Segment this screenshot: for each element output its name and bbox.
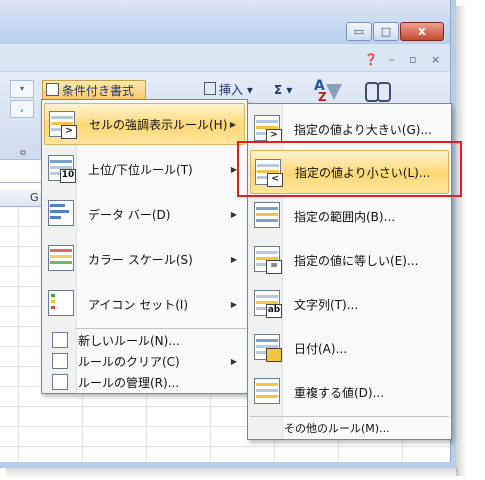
window-shadow-bottom	[6, 468, 458, 478]
insert-cells-button[interactable]: 挿入 ▾	[201, 80, 263, 100]
between-icon	[254, 202, 282, 230]
conditional-formatting-button[interactable]: 条件付き書式 ▾	[42, 80, 146, 118]
data-bars-icon	[48, 200, 76, 228]
menu-item-label: ルールの管理(R)...	[78, 375, 180, 390]
submenu-item-date-occurring[interactable]: 日付(A)...	[250, 326, 449, 370]
dialog-launcher-icon[interactable]: ⧉	[20, 148, 26, 158]
top-bottom-rules-icon: 10	[48, 155, 76, 183]
menu-item-label: 新しいルール(N)...	[78, 333, 180, 348]
text-badge: ab	[266, 304, 282, 318]
new-rule-icon	[52, 332, 68, 348]
menu-item-label: アイコン セット(I)	[88, 297, 189, 312]
menu-item-manage-rules[interactable]: ルールの管理(R)...	[44, 372, 245, 392]
autosum-button[interactable]: Σ ▾	[271, 80, 307, 100]
window-shadow	[456, 6, 466, 476]
minimize-button[interactable]: ▭	[346, 22, 372, 41]
clear-rules-icon	[52, 353, 68, 369]
top-10-badge: 10	[60, 169, 76, 183]
workbook-minimize-button[interactable]: –	[389, 53, 395, 66]
submenu-arrow-icon: ▶	[230, 299, 237, 309]
menu-item-label: データ バー(D)	[88, 207, 171, 222]
submenu-item-label: 指定の値に等しい(E)...	[294, 253, 419, 268]
find-select-icon[interactable]	[362, 78, 392, 104]
insert-cells-icon	[204, 82, 216, 95]
workbook-close-button[interactable]: ×	[431, 53, 440, 66]
equal-to-badge: =	[266, 260, 282, 274]
menu-separator	[76, 328, 246, 329]
menu-item-label: カラー スケール(S)	[88, 252, 193, 267]
comma-style-button[interactable]: ,	[10, 100, 34, 118]
menu-item-color-scales[interactable]: カラー スケール(S) ▶	[44, 238, 245, 280]
icon-sets-icon	[48, 290, 76, 318]
close-button[interactable]: x	[400, 22, 444, 41]
dropdown-arrow-icon[interactable]: ▾	[10, 80, 34, 98]
calendar-icon	[254, 334, 282, 362]
conditional-formatting-menu: > セルの強調表示ルール(H) ▶ 10 上位/下位ルール(T) ▶ データ バ…	[41, 99, 248, 394]
help-icon[interactable]: ❓	[364, 53, 378, 66]
submenu-item-between[interactable]: 指定の範囲内(B)...	[250, 194, 449, 238]
conditional-formatting-icon	[46, 83, 59, 96]
menu-item-label: セルの強調表示ルール(H)	[89, 117, 228, 132]
menu-item-top-bottom-rules[interactable]: 10 上位/下位ルール(T) ▶	[44, 148, 245, 190]
insert-label: 挿入 ▾	[219, 83, 253, 97]
greater-than-icon: >	[254, 115, 282, 143]
submenu-arrow-icon: ▶	[229, 119, 236, 129]
workbook-restore-button[interactable]: ▫	[409, 53, 416, 66]
equal-to-icon: =	[254, 246, 282, 274]
text-contains-icon: ab	[254, 290, 282, 318]
submenu-item-equal-to[interactable]: = 指定の値に等しい(E)...	[250, 238, 449, 282]
submenu-item-label: 指定の値より大きい(G)...	[294, 122, 432, 137]
ribbon-tab-row	[0, 44, 450, 72]
menu-item-label: ルールのクリア(C)	[78, 354, 180, 369]
menu-item-clear-rules[interactable]: ルールのクリア(C) ▶	[44, 351, 245, 371]
menu-item-icon-sets[interactable]: アイコン セット(I) ▶	[44, 283, 245, 325]
menu-item-highlight-cells-rules[interactable]: > セルの強調表示ルール(H) ▶	[44, 103, 245, 145]
color-scales-icon	[48, 245, 76, 273]
submenu-item-label: その他のルール(M)...	[284, 421, 390, 435]
menu-item-new-rule[interactable]: 新しいルール(N)...	[44, 330, 245, 350]
annotation-highlight-box	[237, 141, 462, 197]
submenu-item-text-contains[interactable]: ab 文字列(T)...	[250, 282, 449, 326]
manage-rules-icon	[52, 374, 68, 390]
submenu-item-more-rules[interactable]: その他のルール(M)...	[250, 417, 449, 438]
sort-filter-icon[interactable]: A Z	[312, 78, 342, 104]
submenu-arrow-icon: ▶	[230, 254, 237, 264]
menu-item-label: 上位/下位ルール(T)	[88, 162, 193, 177]
submenu-arrow-icon: ▶	[230, 356, 237, 366]
highlight-cells-rules-icon: >	[49, 111, 77, 139]
menu-item-data-bars[interactable]: データ バー(D) ▶	[44, 193, 245, 235]
submenu-item-label: 指定の範囲内(B)...	[294, 209, 396, 224]
submenu-item-label: 文字列(T)...	[294, 297, 359, 312]
submenu-item-label: 重複する値(D)...	[294, 385, 385, 400]
column-header-g[interactable]: G	[30, 191, 39, 204]
duplicate-values-icon	[254, 378, 282, 406]
submenu-item-label: 日付(A)...	[294, 341, 348, 356]
restore-button[interactable]: □	[373, 22, 399, 41]
submenu-arrow-icon: ▶	[230, 209, 237, 219]
submenu-item-duplicate-values[interactable]: 重複する値(D)...	[250, 370, 449, 414]
